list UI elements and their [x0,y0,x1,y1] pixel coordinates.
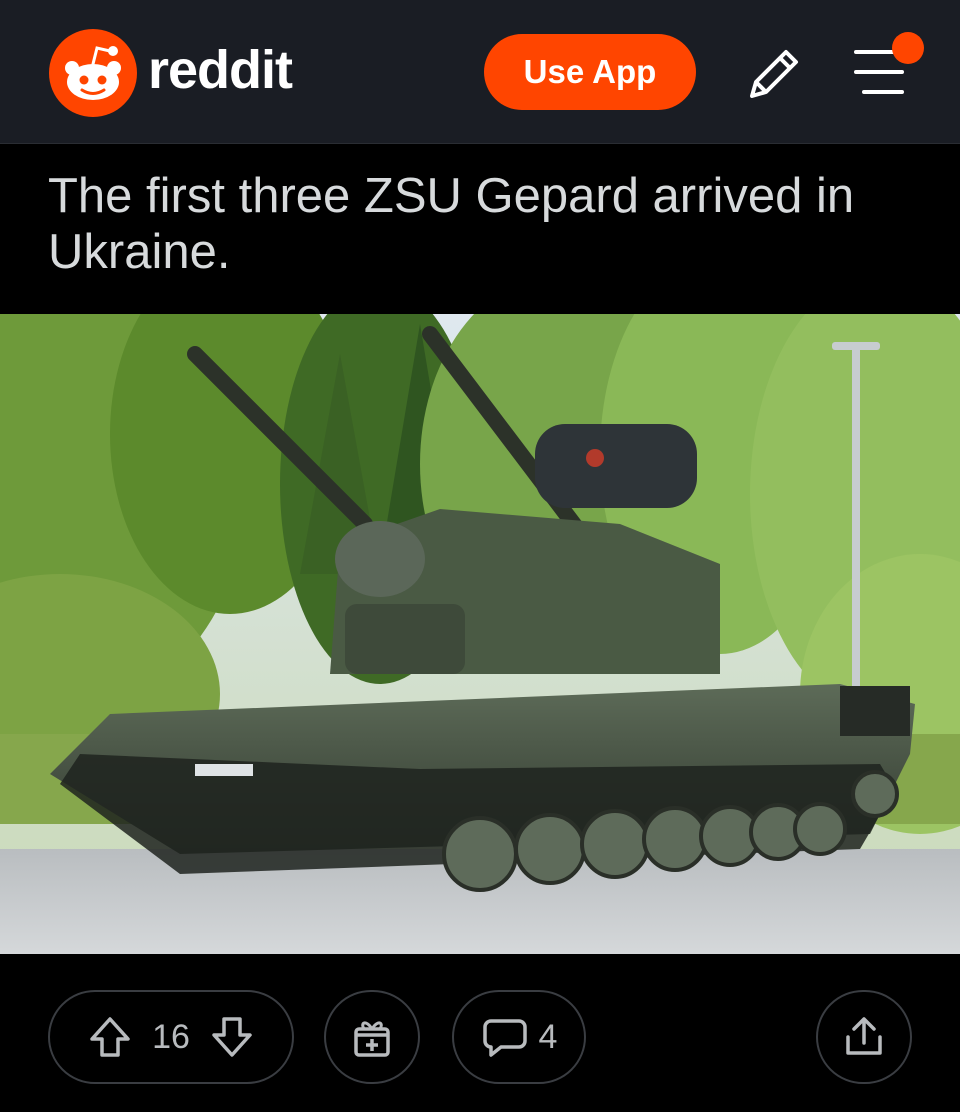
comment-bubble-icon [482,1019,527,1057]
share-icon [846,1017,882,1055]
reddit-logo[interactable]: reddit [48,28,293,118]
post-image[interactable] [0,314,960,954]
reddit-logo-icon [49,29,137,117]
tank-photo [0,314,960,954]
post-title-bar: The first three ZSU Gepard arrived in Uk… [0,144,960,314]
award-gift-icon [354,1021,390,1057]
award-button[interactable] [324,990,420,1084]
downvote-arrow-icon[interactable] [208,1013,256,1061]
comments-button[interactable]: 4 [452,990,586,1084]
top-header: reddit Use App [0,0,960,144]
post-title[interactable]: The first three ZSU Gepard arrived in Uk… [48,168,912,280]
upvote-arrow-icon[interactable] [86,1013,134,1061]
pencil-icon[interactable] [742,42,806,106]
notification-dot-icon [892,32,924,64]
post-action-bar: 16 4 [0,954,960,1112]
menu-icon[interactable] [848,30,930,102]
use-app-button[interactable]: Use App [484,34,696,110]
brand-wordmark: reddit [148,40,293,100]
vote-control: 16 [48,990,294,1084]
comment-count: 4 [538,1017,558,1056]
share-button[interactable] [816,990,912,1084]
upvote-count: 16 [152,1017,190,1056]
